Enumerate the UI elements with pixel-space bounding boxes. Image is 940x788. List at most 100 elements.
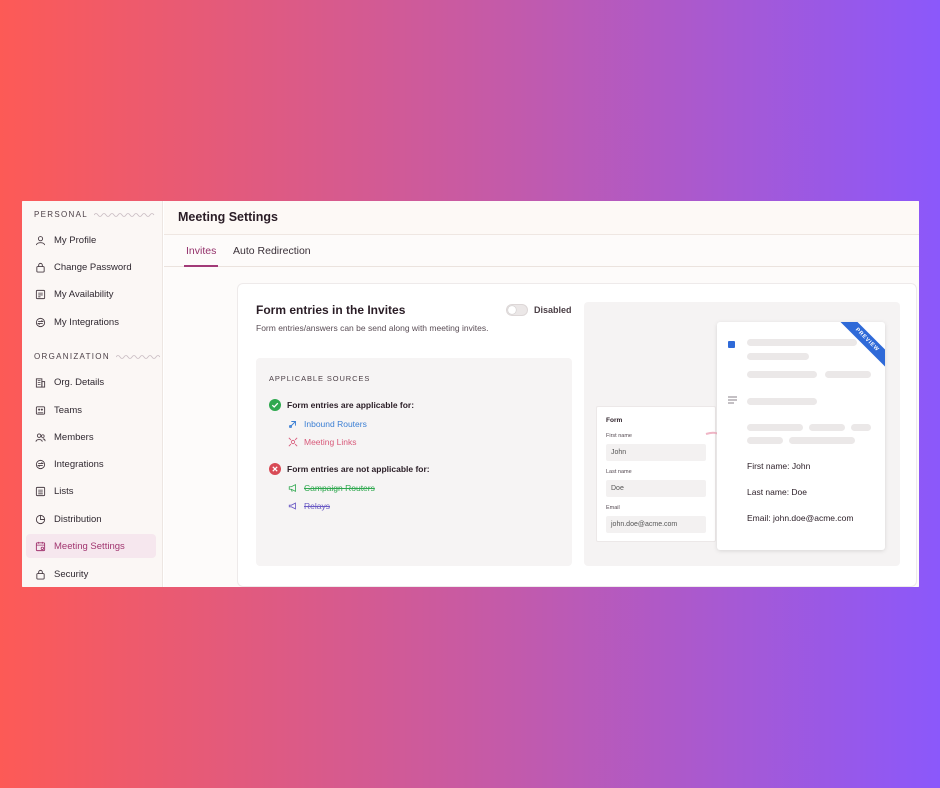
card-title: Form entries in the Invites bbox=[256, 303, 406, 317]
sidebar-item-integrations[interactable]: Integrations bbox=[26, 452, 156, 476]
sidebar-item-meeting-settings[interactable]: Meeting Settings bbox=[26, 534, 156, 558]
building-icon bbox=[35, 377, 46, 388]
sidebar-item-label: Meeting Settings bbox=[54, 540, 125, 552]
sidebar-item-org-details[interactable]: Org. Details bbox=[26, 370, 156, 394]
tab-auto-redirection[interactable]: Auto Redirection bbox=[233, 245, 311, 267]
source-meeting-links: Meeting Links bbox=[288, 437, 356, 447]
calendar-color-icon bbox=[728, 341, 735, 348]
sidebar-item-label: Change Password bbox=[54, 261, 132, 273]
lock-icon bbox=[36, 262, 45, 273]
form-title: Form bbox=[606, 417, 623, 424]
skeleton-line bbox=[851, 424, 871, 431]
source-label: Relays bbox=[304, 501, 330, 511]
applicable-title-text: Form entries are applicable for: bbox=[287, 400, 415, 410]
main-content: Meeting Settings Invites Auto Redirectio… bbox=[164, 201, 919, 587]
sidebar-item-members[interactable]: Members bbox=[26, 425, 156, 449]
not-applicable-title-text: Form entries are not applicable for: bbox=[287, 464, 430, 474]
sidebar-item-distribution[interactable]: Distribution bbox=[26, 507, 156, 531]
form-entries-toggle[interactable] bbox=[506, 304, 528, 316]
preview-ribbon: PREVIEW bbox=[834, 322, 885, 373]
skeleton-line bbox=[747, 339, 857, 346]
source-campaign-routers: Campaign Routers bbox=[288, 483, 375, 493]
page-title: Meeting Settings bbox=[178, 210, 279, 224]
sidebar-item-label: Security bbox=[54, 568, 89, 580]
list-icon bbox=[35, 486, 46, 496]
wave-decoration-icon bbox=[93, 213, 155, 217]
check-circle-icon bbox=[269, 399, 281, 411]
sidebar: PERSONAL My Profile Change Password My A… bbox=[22, 201, 163, 587]
sidebar-item-label: Members bbox=[54, 431, 94, 443]
sidebar-item-my-availability[interactable]: My Availability bbox=[26, 282, 156, 306]
tab-invites[interactable]: Invites bbox=[184, 245, 219, 267]
invite-first-name: First name: John bbox=[747, 461, 811, 471]
sidebar-item-my-profile[interactable]: My Profile bbox=[26, 228, 156, 252]
sidebar-item-lists[interactable]: Lists bbox=[26, 479, 156, 503]
megaphone-icon bbox=[288, 483, 296, 493]
form-field-label: First name bbox=[606, 433, 632, 439]
source-inbound-routers: Inbound Routers bbox=[288, 419, 367, 429]
form-field-value: John bbox=[606, 444, 706, 461]
skeleton-line bbox=[747, 398, 817, 405]
sources-heading: APPLICABLE SOURCES bbox=[269, 374, 371, 383]
source-label: Meeting Links bbox=[304, 437, 357, 447]
sidebar-item-label: Lists bbox=[54, 485, 74, 497]
sidebar-item-teams[interactable]: Teams bbox=[26, 398, 156, 422]
sidebar-item-security[interactable]: Security bbox=[26, 562, 156, 586]
sidebar-item-label: My Availability bbox=[54, 288, 114, 300]
wave-decoration-icon bbox=[115, 355, 160, 359]
skeleton-line bbox=[809, 424, 845, 431]
toggle-label: Disabled bbox=[534, 305, 572, 315]
sidebar-item-label: My Profile bbox=[54, 234, 97, 246]
relay-icon bbox=[288, 502, 296, 510]
sidebar-item-label: Integrations bbox=[54, 458, 104, 470]
source-relays: Relays bbox=[288, 501, 330, 511]
form-field-label: Last name bbox=[606, 469, 632, 475]
applicable-group-title: Form entries are applicable for: bbox=[269, 399, 414, 411]
sidebar-item-label: Distribution bbox=[54, 513, 102, 525]
personal-heading: PERSONAL bbox=[34, 210, 156, 219]
sidebar-item-change-password[interactable]: Change Password bbox=[26, 255, 156, 279]
skeleton-line bbox=[747, 424, 803, 431]
invite-preview: Form First name John Last name Doe Email… bbox=[584, 302, 900, 566]
tab-bar: Invites Auto Redirection bbox=[164, 235, 919, 267]
personal-heading-label: PERSONAL bbox=[34, 210, 88, 219]
sidebar-item-label: My Integrations bbox=[54, 316, 119, 328]
calendar-icon bbox=[35, 289, 46, 299]
organization-heading: ORGANIZATION bbox=[34, 352, 160, 361]
not-applicable-group-title: Form entries are not applicable for: bbox=[269, 463, 430, 475]
pie-icon bbox=[35, 514, 46, 524]
sidebar-item-label: Org. Details bbox=[54, 376, 105, 388]
sidebar-item-my-integrations[interactable]: My Integrations bbox=[26, 310, 156, 334]
organization-heading-label: ORGANIZATION bbox=[34, 352, 110, 361]
router-icon bbox=[288, 421, 296, 429]
link-icon bbox=[288, 437, 298, 447]
invite-last-name: Last name: Doe bbox=[747, 487, 808, 497]
form-field-value: Doe bbox=[606, 480, 706, 497]
lock-icon bbox=[36, 569, 45, 580]
form-field-label: Email bbox=[606, 505, 620, 511]
skeleton-line bbox=[747, 371, 817, 378]
integration-icon bbox=[35, 459, 46, 469]
applicable-sources-panel: APPLICABLE SOURCES Form entries are appl… bbox=[256, 358, 572, 566]
members-icon bbox=[35, 432, 46, 442]
form-preview-card: Form First name John Last name Doe Email… bbox=[596, 406, 716, 542]
teams-icon bbox=[35, 405, 46, 415]
form-entries-card: Form entries in the Invites Form entries… bbox=[237, 283, 917, 587]
source-label: Inbound Routers bbox=[304, 419, 367, 429]
skeleton-line bbox=[747, 437, 783, 444]
app-window: PERSONAL My Profile Change Password My A… bbox=[22, 201, 919, 587]
invite-preview-card: PREVIEW First name: John Last name: Doe bbox=[717, 322, 885, 550]
skeleton-line bbox=[747, 353, 809, 360]
skeleton-line bbox=[789, 437, 855, 444]
description-icon bbox=[728, 396, 737, 404]
card-description: Form entries/answers can be send along w… bbox=[256, 323, 489, 333]
meeting-settings-icon bbox=[35, 541, 46, 551]
sidebar-item-label: Teams bbox=[54, 404, 82, 416]
source-label: Campaign Routers bbox=[304, 483, 375, 493]
integration-icon bbox=[35, 317, 46, 327]
user-icon bbox=[35, 235, 46, 245]
skeleton-line bbox=[825, 371, 871, 378]
form-field-value: john.doe@acme.com bbox=[606, 516, 706, 533]
invite-email: Email: john.doe@acme.com bbox=[747, 513, 854, 523]
cross-circle-icon bbox=[269, 463, 281, 475]
